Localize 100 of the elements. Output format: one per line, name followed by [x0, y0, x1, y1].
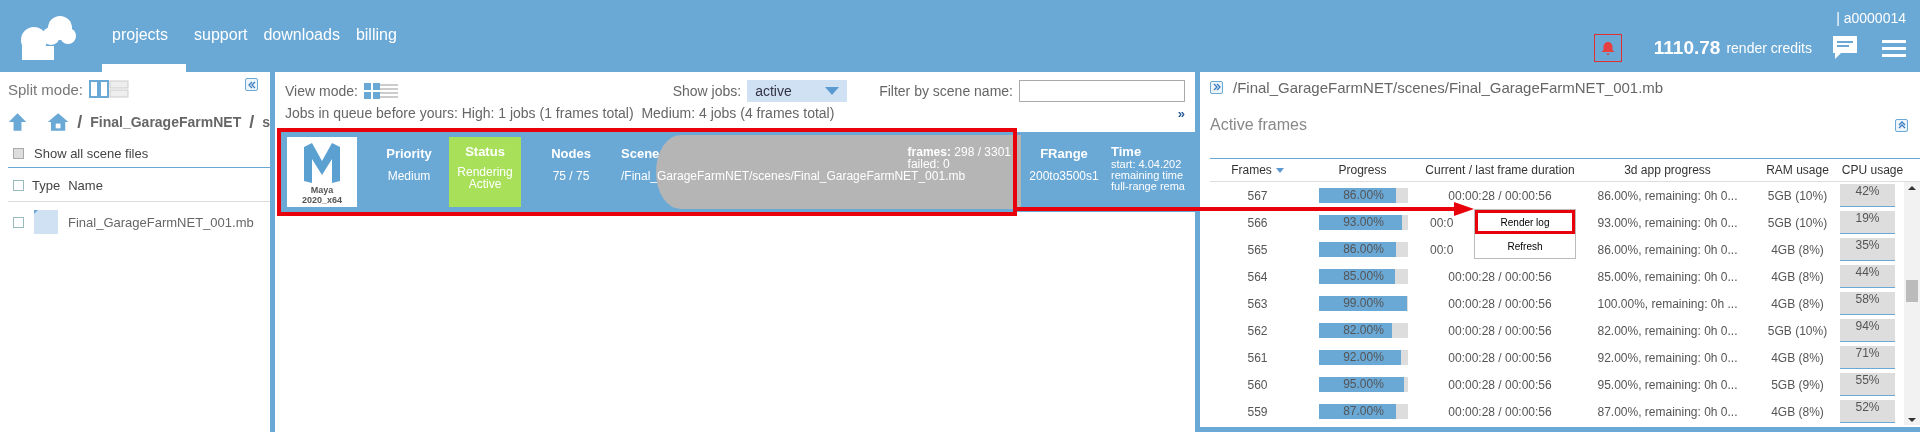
cpu-usage: 52% — [1840, 400, 1895, 423]
frame-number: 567 — [1246, 188, 1269, 203]
cpu-usage: 19% — [1840, 211, 1895, 234]
column-header[interactable]: Progress — [1338, 163, 1387, 177]
checkbox-label: Show all scene files — [34, 146, 149, 161]
progress-bar: 85.00% — [1319, 269, 1408, 284]
app-name: Maya — [310, 185, 334, 195]
chat-icon[interactable] — [1832, 35, 1858, 61]
column-header: Time — [1111, 146, 1142, 157]
frame-number: 565 — [1246, 242, 1269, 257]
column-header[interactable]: Type — [32, 178, 61, 193]
frames-count: frames: 298 / 3301 — [907, 146, 1011, 158]
split-mode-label: Split mode: — [8, 80, 84, 98]
column-header[interactable]: 3d app progress — [1624, 163, 1711, 177]
app-status-text: 87.00%, remaining: 0h 0... — [1596, 404, 1739, 419]
frame-duration: 00:0 — [1429, 215, 1454, 230]
column-header: Nodes — [551, 146, 591, 161]
failed-count: failed: 0 — [907, 158, 951, 170]
up-arrow-icon[interactable] — [8, 110, 28, 134]
ram-usage: 5GB (9%) — [1770, 377, 1825, 392]
checkbox[interactable] — [13, 216, 24, 228]
column-header[interactable]: Frames — [1231, 163, 1272, 177]
credits-value: 1110.78 — [1653, 37, 1721, 59]
rows-split-icon[interactable] — [109, 80, 130, 98]
view-mode-label: View mode: — [285, 83, 358, 99]
frame-number: 561 — [1246, 350, 1269, 365]
frame-number: 564 — [1246, 269, 1269, 284]
cpu-usage: 55% — [1840, 373, 1895, 396]
cpu-usage: 44% — [1840, 265, 1895, 288]
app-status-text: 86.00%, remaining: 0h 0... — [1596, 242, 1739, 257]
expand-button[interactable] — [1210, 80, 1223, 94]
cpu-usage: 35% — [1840, 238, 1895, 261]
dropdown-caret-icon — [825, 87, 840, 95]
frame-duration: 00:00:28 / 00:00:56 — [1447, 377, 1553, 392]
frame-duration: 00:00:28 / 00:00:56 — [1447, 404, 1553, 419]
frame-number: 563 — [1246, 296, 1269, 311]
expand-button[interactable]: » — [1177, 105, 1185, 121]
status-cell: Status Rendering Active — [449, 137, 521, 207]
section-title: Active frames — [1210, 116, 1307, 134]
frame-duration: 00:00:28 / 00:00:56 — [1447, 296, 1553, 311]
ram-usage: 4GB (8%) — [1770, 242, 1825, 257]
columns-split-icon[interactable] — [89, 80, 110, 98]
ram-usage: 4GB (8%) — [1770, 296, 1825, 311]
nodes-value: 75 / 75 — [552, 169, 590, 183]
ram-usage: 4GB (8%) — [1770, 269, 1825, 284]
cpu-usage: 42% — [1840, 184, 1895, 207]
collapse-button[interactable] — [245, 78, 258, 91]
app-status-text: 95.00%, remaining: 0h 0... — [1596, 377, 1739, 392]
frame-range: 200to3500s1 — [1029, 169, 1099, 183]
checkbox[interactable] — [13, 148, 24, 159]
frame-duration: 00:00:28 / 00:00:56 — [1447, 188, 1553, 203]
menu-icon[interactable] — [1882, 38, 1906, 58]
app-status-text: 86.00%, remaining: 0h 0... — [1596, 188, 1739, 203]
progress-bar: 99.00% — [1319, 296, 1408, 311]
menu-item[interactable]: Render log — [1475, 210, 1575, 234]
grid-view-icon[interactable] — [363, 83, 380, 99]
time-info: remaining time — [1111, 170, 1184, 181]
select-all-checkbox[interactable] — [13, 180, 24, 191]
filter-label: Filter by scene name: — [879, 83, 1013, 99]
progress-bar: 92.00% — [1319, 350, 1408, 365]
ram-usage: 5GB (10%) — [1766, 215, 1829, 230]
show-jobs-dropdown[interactable]: active — [747, 80, 848, 102]
path-separator: / — [249, 111, 255, 133]
app-status-text: 82.00%, remaining: 0h 0... — [1596, 323, 1739, 338]
filter-field[interactable] — [1019, 80, 1185, 102]
time-info: full-range rema — [1111, 181, 1185, 192]
ram-usage: 5GB (10%) — [1766, 188, 1829, 203]
cpu-usage: 71% — [1840, 346, 1895, 369]
frame-duration: 00:00:28 / 00:00:56 — [1447, 350, 1553, 365]
frame-duration: 00:00:28 / 00:00:56 — [1447, 323, 1553, 338]
sort-icon[interactable] — [1275, 167, 1284, 173]
file-icon — [34, 210, 58, 234]
frame-number: 559 — [1246, 404, 1269, 419]
progress-bar: 93.00% — [1319, 215, 1408, 230]
frame-duration: 00:00:28 / 00:00:56 — [1447, 269, 1553, 284]
collapse-button[interactable] — [1895, 118, 1908, 132]
app-status-text: 85.00%, remaining: 0h 0... — [1596, 269, 1739, 284]
column-header[interactable]: Name — [68, 178, 103, 193]
scroll-thumb[interactable] — [1906, 280, 1918, 302]
column-header[interactable]: CPU usage — [1841, 163, 1904, 177]
ram-usage: 4GB (8%) — [1770, 404, 1825, 419]
column-header[interactable]: Current / last frame duration — [1425, 163, 1575, 177]
bell-icon[interactable] — [1593, 34, 1622, 62]
breadcrumb-item[interactable]: s — [262, 114, 270, 130]
path-separator: / — [77, 111, 83, 133]
app-status-text: 93.00%, remaining: 0h 0... — [1596, 215, 1739, 230]
scrollbar[interactable] — [1904, 182, 1920, 425]
job-card[interactable] — [279, 132, 1195, 212]
list-view-icon[interactable] — [379, 83, 398, 99]
frame-number: 566 — [1246, 215, 1269, 230]
column-header[interactable]: RAM usage — [1766, 163, 1829, 177]
file-name[interactable]: Final_GarageFarmNET_001.mb — [68, 214, 254, 230]
cpu-usage: 94% — [1840, 319, 1895, 342]
breadcrumb-item[interactable]: Final_GarageFarmNET — [90, 114, 242, 130]
queue-info: Jobs in queue before yours: High: 1 jobs (1 frames total) Medium: 4 jobs (4 frames total) — [285, 105, 835, 121]
progress-bar: 86.00% — [1319, 188, 1408, 203]
app-version: 2020_x64 — [301, 195, 342, 205]
cpu-usage: 58% — [1840, 292, 1895, 315]
app-status-text: 92.00%, remaining: 0h 0... — [1596, 350, 1739, 365]
show-jobs-label: Show jobs: — [672, 83, 742, 99]
